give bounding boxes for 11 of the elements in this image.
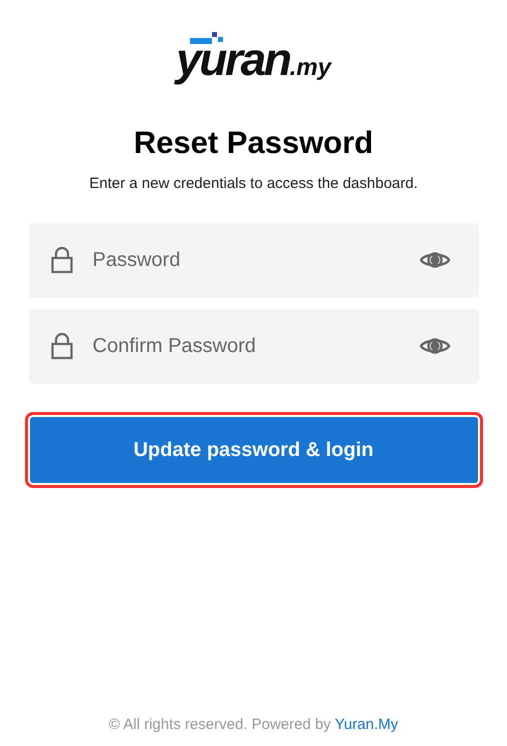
page-title: Reset Password [134, 124, 374, 162]
subtitle: Enter a new credentials to access the dashboard. [89, 174, 418, 194]
update-password-button[interactable]: Update password & login [28, 415, 480, 486]
lock-icon [50, 246, 72, 274]
footer-text: © All rights reserved. Powered by Yuran.My [108, 714, 398, 734]
eye-icon[interactable] [418, 250, 450, 270]
lock-icon [50, 332, 72, 360]
eye-icon[interactable] [418, 336, 450, 356]
footer-link[interactable]: Yuran.My [334, 716, 398, 732]
password-field[interactable]: Password [28, 223, 478, 298]
password-field[interactable]: Confirm Password [28, 309, 478, 384]
